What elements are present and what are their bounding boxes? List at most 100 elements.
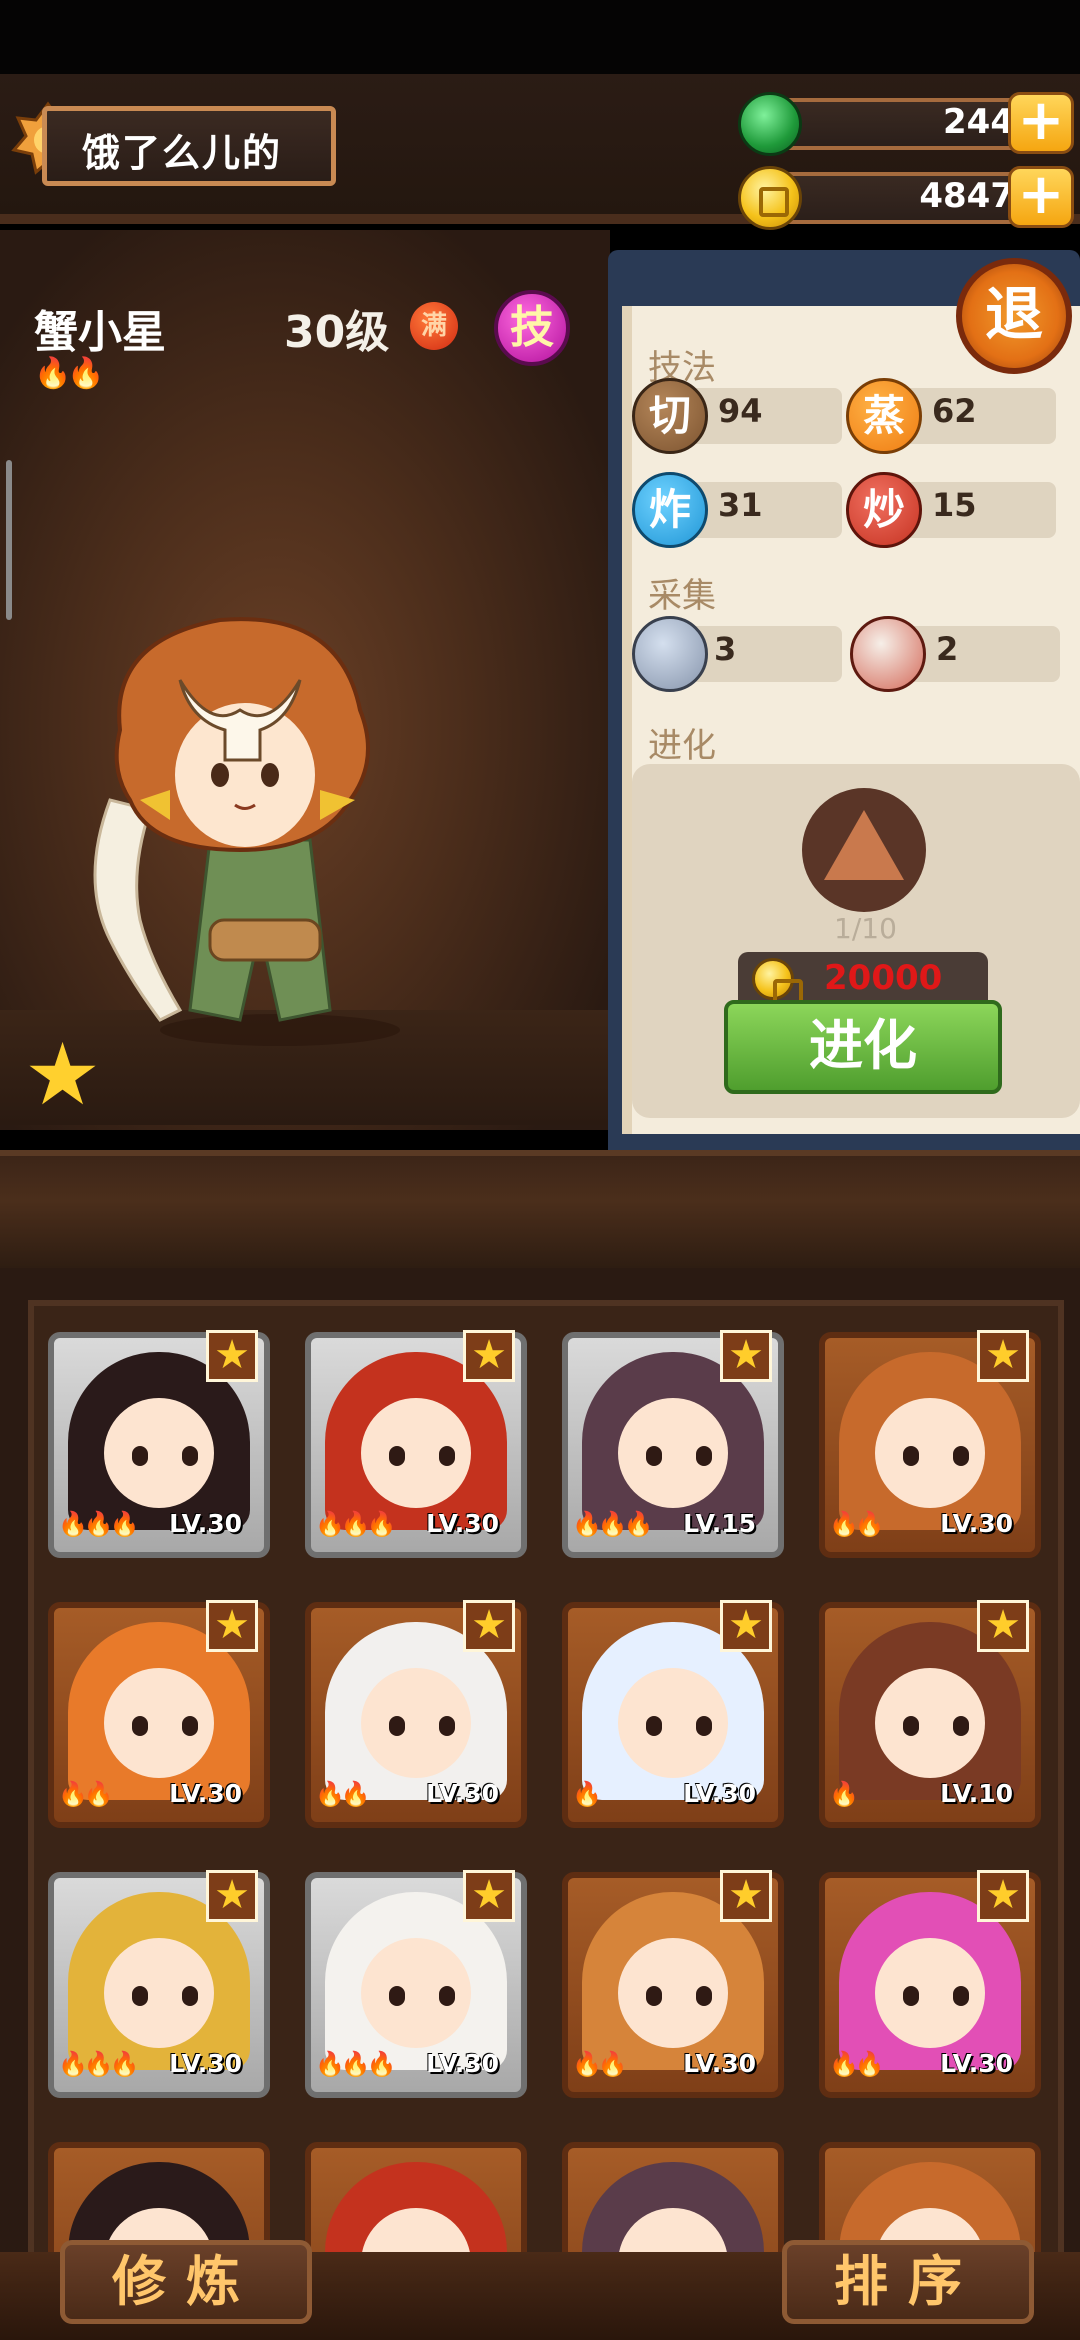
jade-resource: 244 + — [738, 92, 1074, 156]
card-level: LV.30 — [169, 1779, 242, 1808]
chef-eye — [132, 1716, 148, 1736]
chef-flames: 🔥🔥 — [34, 356, 105, 391]
card-star-icon: ★ — [206, 1870, 258, 1922]
train-button[interactable]: 修炼 — [60, 2240, 312, 2324]
fry-icon: 炸 — [632, 472, 708, 548]
card-level: LV.30 — [683, 2049, 756, 2078]
chef-eye — [389, 1716, 405, 1736]
card-flames: 🔥🔥 — [572, 2050, 628, 2078]
card-flames: 🔥🔥 — [58, 1780, 114, 1808]
card-flames: 🔥🔥🔥 — [315, 1510, 397, 1538]
gather-meat-value: 2 — [936, 630, 959, 668]
chef-card[interactable]: ★ 🔥🔥🔥 LV.30 — [305, 1870, 527, 2098]
card-level: LV.30 — [169, 1509, 242, 1538]
card-star-icon: ★ — [206, 1600, 258, 1652]
card-flames: 🔥🔥🔥 — [58, 1510, 140, 1538]
chef-eye — [646, 1716, 662, 1736]
chef-eye — [953, 1716, 969, 1736]
chef-eye — [696, 1716, 712, 1736]
card-level: LV.10 — [940, 1779, 1013, 1808]
chef-card[interactable]: ★ 🔥🔥🔥 LV.30 — [48, 1330, 270, 1558]
card-flames: 🔥🔥 — [829, 2050, 885, 2078]
chef-name: 蟹小星 — [34, 307, 166, 358]
chef-eye — [182, 1986, 198, 2006]
coin-icon — [738, 166, 802, 230]
chef-eye — [646, 1446, 662, 1466]
chef-eye — [389, 1986, 405, 2006]
gather-meat: 2 — [850, 616, 1080, 692]
cut-icon: 切 — [632, 378, 708, 454]
chef-eye — [903, 1986, 919, 2006]
chef-card[interactable]: ★ 🔥🔥 LV.30 — [305, 1600, 527, 1828]
chef-card[interactable]: ★ 🔥 LV.10 — [819, 1600, 1041, 1828]
card-star-icon: ★ — [463, 1330, 515, 1382]
skill-button[interactable]: 技 — [494, 290, 570, 366]
chef-card[interactable]: ★ 🔥🔥 LV.30 — [819, 1870, 1041, 2098]
card-level: LV.30 — [683, 1779, 756, 1808]
stirfry-icon: 炒 — [846, 472, 922, 548]
skill-cut: 切 94 — [632, 378, 862, 454]
fish-icon — [632, 616, 708, 692]
card-level: LV.30 — [426, 1779, 499, 1808]
card-star-icon: ★ — [720, 1600, 772, 1652]
evolve-count: 1/10 — [834, 912, 897, 945]
skill-cut-value: 94 — [718, 392, 763, 430]
chef-card[interactable]: ★ 🔥🔥 LV.30 — [48, 1600, 270, 1828]
card-level: LV.30 — [426, 1509, 499, 1538]
card-level: LV.30 — [940, 2049, 1013, 2078]
card-level: LV.30 — [169, 2049, 242, 2078]
evolve-title: 进化 — [648, 726, 716, 766]
shelf-divider — [0, 1150, 1080, 1268]
chef-eye — [132, 1446, 148, 1466]
card-flames: 🔥🔥 — [315, 1780, 371, 1808]
chef-eye — [132, 1986, 148, 2006]
chef-eye — [439, 1986, 455, 2006]
card-star-icon: ★ — [206, 1330, 258, 1382]
jade-value: 244 — [943, 102, 1014, 142]
chef-eye — [646, 1986, 662, 2006]
card-flames: 🔥🔥🔥 — [58, 2050, 140, 2078]
selection-frame — [806, 1320, 1050, 1558]
chef-eye — [696, 1986, 712, 2006]
skill-steam-value: 62 — [932, 392, 977, 430]
chef-level: 30级 — [284, 307, 390, 358]
card-level: LV.15 — [683, 1509, 756, 1538]
skill-steam: 蒸 62 — [846, 378, 1076, 454]
chef-card[interactable]: ★ 🔥🔥🔥 LV.30 — [48, 1870, 270, 2098]
chef-eye — [696, 1446, 712, 1466]
coin-value: 4847 — [919, 176, 1014, 216]
skill-stirfry: 炒 15 — [846, 472, 1076, 548]
scroll-indicator — [6, 460, 12, 620]
add-coin-button[interactable]: + — [1008, 166, 1074, 228]
chef-character[interactable] — [70, 600, 430, 1050]
add-jade-button[interactable]: + — [1008, 92, 1074, 154]
steam-icon: 蒸 — [846, 378, 922, 454]
gather-title: 采集 — [648, 576, 716, 616]
dismiss-chef-button[interactable]: 退 — [956, 258, 1072, 374]
card-star-icon: ★ — [720, 1870, 772, 1922]
meat-icon — [850, 616, 926, 692]
chef-eye — [389, 1446, 405, 1466]
chef-card[interactable]: ★ 🔥🔥 LV.30 — [562, 1870, 784, 2098]
skill-fry: 炸 31 — [632, 472, 862, 548]
card-level: LV.30 — [426, 2049, 499, 2078]
sort-button[interactable]: 排序 — [782, 2240, 1034, 2324]
chef-eye — [953, 1986, 969, 2006]
evolve-cost: 20000 — [824, 958, 943, 998]
gather-fish-value: 3 — [714, 630, 737, 668]
shop-name: 饿了么儿的 — [82, 131, 283, 175]
max-level-badge: 满 — [410, 302, 458, 350]
status-bar — [0, 0, 1080, 74]
chef-star-icon: ★ — [24, 1025, 102, 1125]
card-star-icon: ★ — [977, 1870, 1029, 1922]
chef-eye — [903, 1716, 919, 1736]
gather-fish: 3 — [632, 616, 862, 692]
chef-eye — [439, 1446, 455, 1466]
chef-card[interactable]: ★ 🔥🔥🔥 LV.15 — [562, 1330, 784, 1558]
coin-resource: 4847 + — [738, 166, 1074, 230]
skill-fry-value: 31 — [718, 486, 763, 524]
chef-card[interactable]: ★ 🔥🔥🔥 LV.30 — [305, 1330, 527, 1558]
evolve-material-icon[interactable] — [802, 788, 926, 912]
evolve-button[interactable]: 进化 — [724, 1000, 1002, 1094]
chef-card[interactable]: ★ 🔥 LV.30 — [562, 1600, 784, 1828]
